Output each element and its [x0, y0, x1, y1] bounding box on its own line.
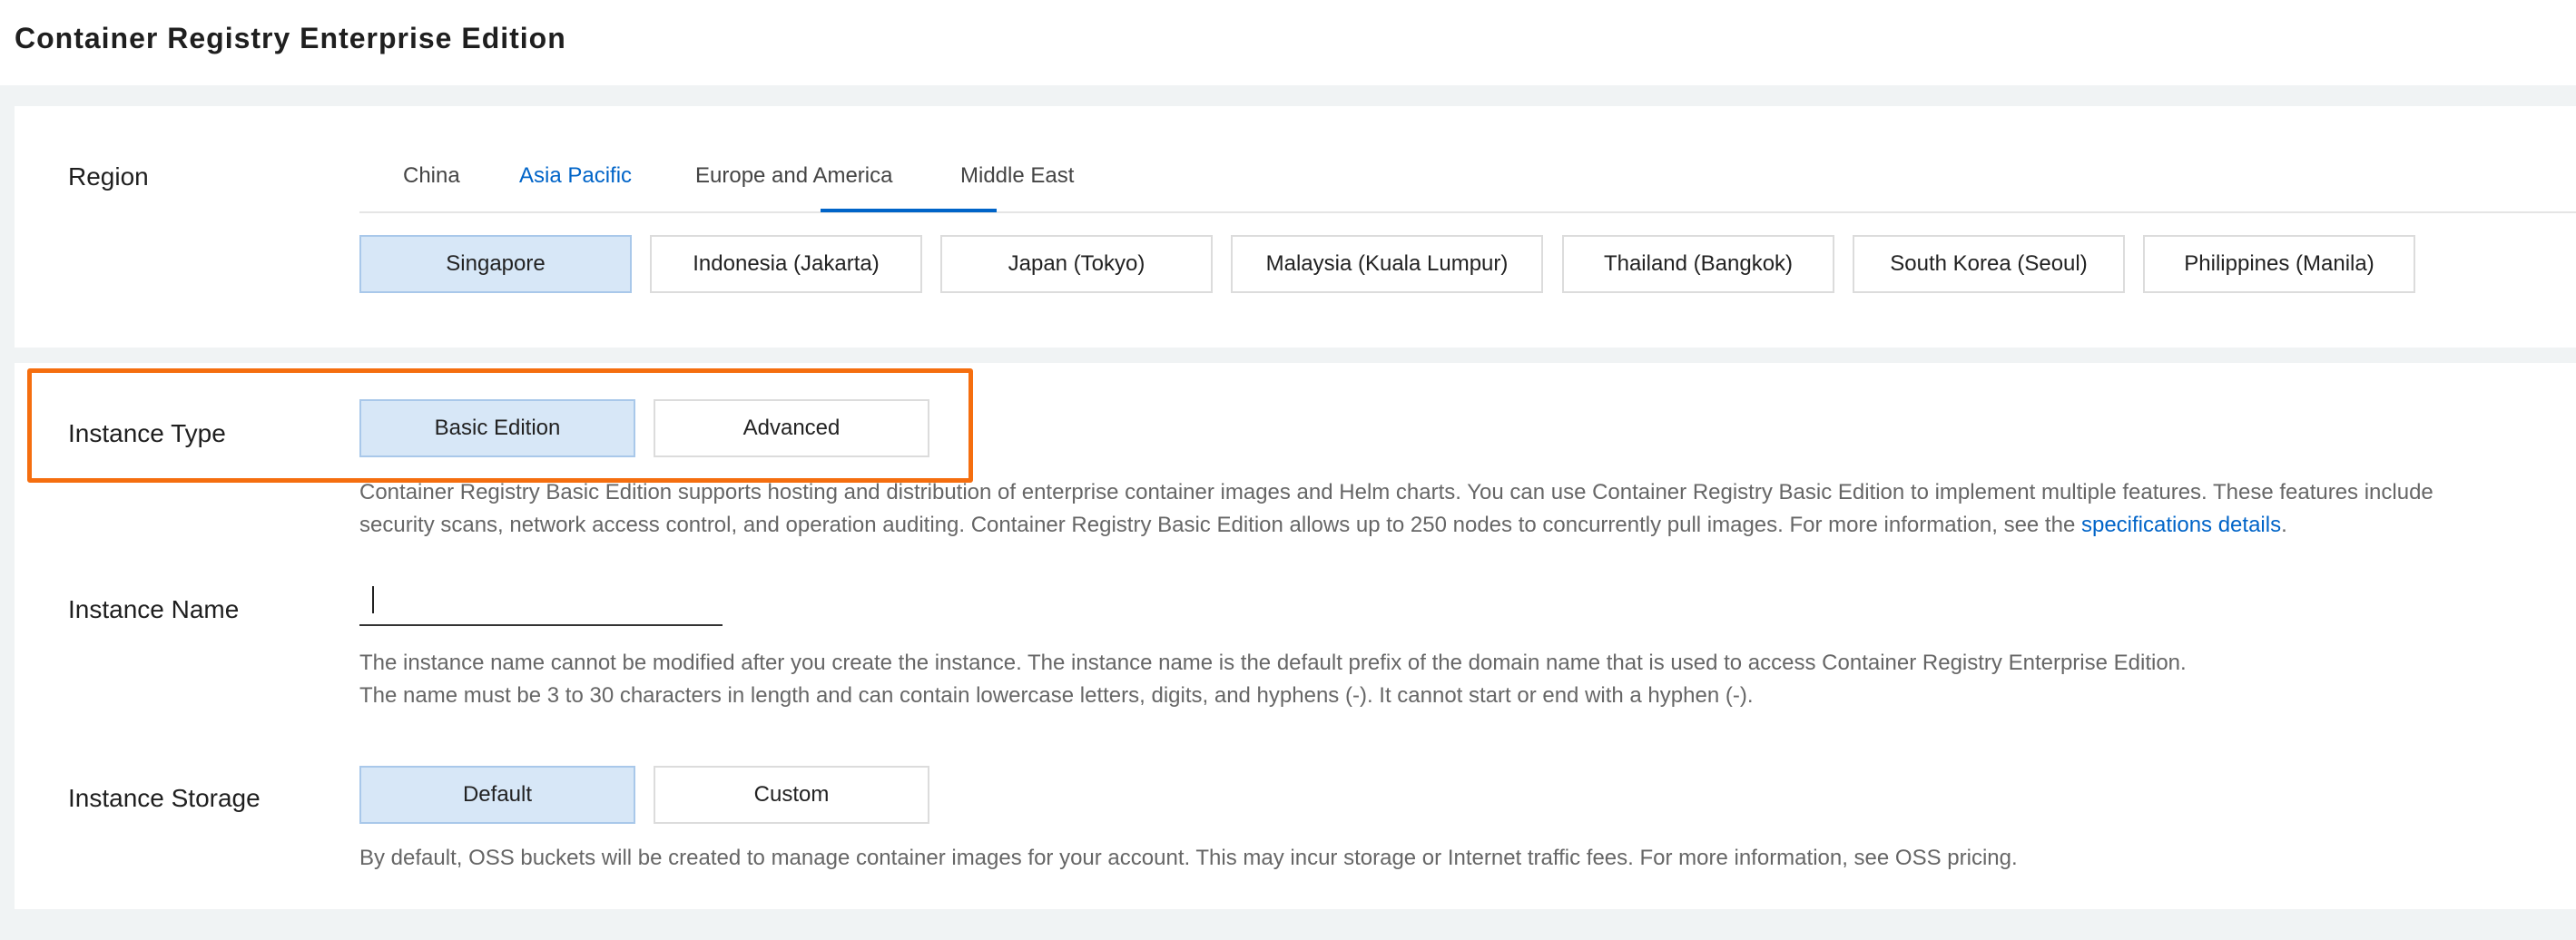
region-option-bangkok[interactable]: Thailand (Bangkok) — [1562, 235, 1834, 293]
region-option-seoul[interactable]: South Korea (Seoul) — [1853, 235, 2125, 293]
instance-storage-help: By default, OSS buckets will be created … — [359, 846, 2018, 870]
storage-custom-button[interactable]: Custom — [654, 766, 929, 824]
tab-europe-and-america[interactable]: Europe and America — [695, 163, 892, 189]
active-tab-indicator — [821, 209, 997, 212]
instance-type-help-end: . — [2281, 513, 2287, 537]
region-option-manila[interactable]: Philippines (Manila) — [2143, 235, 2415, 293]
region-label: Region — [68, 162, 149, 191]
region-option-tokyo[interactable]: Japan (Tokyo) — [940, 235, 1213, 293]
region-tabs: China Asia Pacific Europe and America Mi… — [359, 106, 2576, 213]
instance-name-label: Instance Name — [68, 595, 240, 623]
specifications-details-link[interactable]: specifications details — [2081, 513, 2281, 537]
instance-type-basic-button[interactable]: Basic Edition — [359, 399, 635, 457]
tab-china[interactable]: China — [403, 163, 460, 189]
instance-type-help: Container Registry Basic Edition support… — [359, 476, 2433, 542]
storage-default-button[interactable]: Default — [359, 766, 635, 824]
region-option-kuala-lumpur[interactable]: Malaysia (Kuala Lumpur) — [1231, 235, 1543, 293]
page-title: Container Registry Enterprise Edition — [15, 22, 566, 54]
instance-storage-label: Instance Storage — [68, 784, 261, 812]
instance-name-help-line1: The instance name cannot be modified aft… — [359, 651, 2187, 675]
region-section: Region China Asia Pacific Europe and Ame… — [15, 106, 2576, 348]
region-option-jakarta[interactable]: Indonesia (Jakarta) — [650, 235, 922, 293]
instance-name-help-line2: The name must be 3 to 30 characters in l… — [359, 683, 1754, 708]
instance-name-input[interactable] — [359, 581, 723, 626]
instance-type-help-line2: security scans, network access control, … — [359, 509, 2433, 542]
instance-type-help-line1: Container Registry Basic Edition support… — [359, 480, 2433, 504]
text-caret — [372, 586, 374, 613]
tab-asia-pacific[interactable]: Asia Pacific — [519, 163, 632, 189]
region-option-singapore[interactable]: Singapore — [359, 235, 632, 293]
instance-type-help-text: security scans, network access control, … — [359, 513, 2081, 537]
page-header: Container Registry Enterprise Edition — [0, 0, 2576, 85]
instance-type-advanced-button[interactable]: Advanced — [654, 399, 929, 457]
tab-middle-east[interactable]: Middle East — [960, 163, 1074, 189]
instance-name-help: The instance name cannot be modified aft… — [359, 647, 2187, 712]
